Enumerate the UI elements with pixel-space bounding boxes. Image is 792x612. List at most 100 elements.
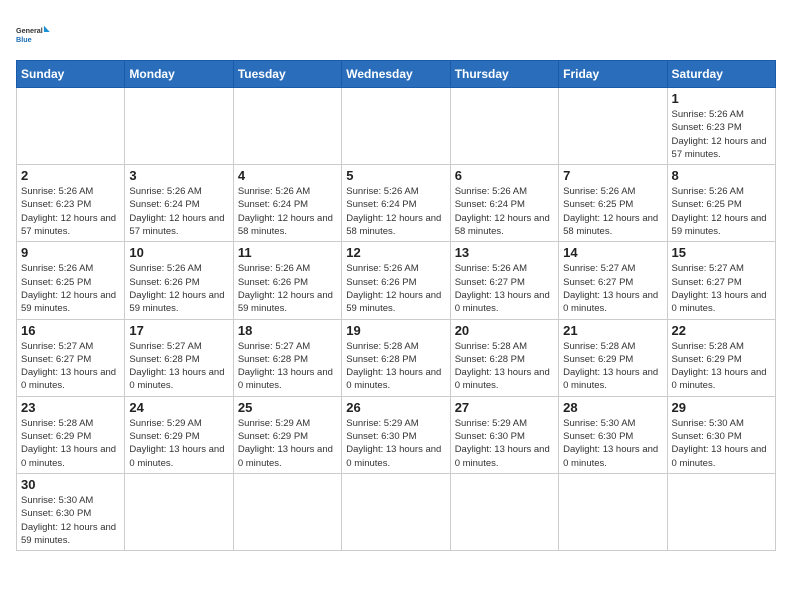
day-info: Sunrise: 5:26 AM Sunset: 6:25 PM Dayligh… xyxy=(672,185,771,238)
weekday-header-saturday: Saturday xyxy=(667,61,775,88)
calendar-cell xyxy=(17,88,125,165)
weekday-header-wednesday: Wednesday xyxy=(342,61,450,88)
day-info: Sunrise: 5:29 AM Sunset: 6:30 PM Dayligh… xyxy=(346,417,445,470)
calendar-cell: 17 Sunrise: 5:27 AM Sunset: 6:28 PM Dayli… xyxy=(125,319,233,396)
logo-icon: GeneralBlue xyxy=(16,16,52,52)
day-info: Sunrise: 5:26 AM Sunset: 6:24 PM Dayligh… xyxy=(346,185,445,238)
day-number: 21 xyxy=(563,323,662,338)
day-number: 12 xyxy=(346,245,445,260)
calendar-cell: 24 Sunrise: 5:29 AM Sunset: 6:29 PM Dayli… xyxy=(125,396,233,473)
day-number: 7 xyxy=(563,168,662,183)
calendar-cell xyxy=(667,473,775,550)
calendar-cell xyxy=(233,88,341,165)
calendar-cell: 6 Sunrise: 5:26 AM Sunset: 6:24 PM Daylig… xyxy=(450,165,558,242)
calendar-cell: 10 Sunrise: 5:26 AM Sunset: 6:26 PM Dayli… xyxy=(125,242,233,319)
weekday-header-friday: Friday xyxy=(559,61,667,88)
calendar-cell: 4 Sunrise: 5:26 AM Sunset: 6:24 PM Daylig… xyxy=(233,165,341,242)
calendar-cell: 26 Sunrise: 5:29 AM Sunset: 6:30 PM Dayli… xyxy=(342,396,450,473)
weekday-header-row: SundayMondayTuesdayWednesdayThursdayFrid… xyxy=(17,61,776,88)
svg-text:General: General xyxy=(16,26,43,35)
day-info: Sunrise: 5:27 AM Sunset: 6:27 PM Dayligh… xyxy=(21,340,120,393)
day-number: 13 xyxy=(455,245,554,260)
calendar-cell: 9 Sunrise: 5:26 AM Sunset: 6:25 PM Daylig… xyxy=(17,242,125,319)
calendar-cell xyxy=(342,88,450,165)
week-row-5: 30Sunrise: 5:30 AM Sunset: 6:30 PM Dayli… xyxy=(17,473,776,550)
day-info: Sunrise: 5:29 AM Sunset: 6:29 PM Dayligh… xyxy=(238,417,337,470)
day-number: 9 xyxy=(21,245,120,260)
day-number: 18 xyxy=(238,323,337,338)
calendar-cell: 7 Sunrise: 5:26 AM Sunset: 6:25 PM Daylig… xyxy=(559,165,667,242)
calendar-cell xyxy=(559,88,667,165)
day-number: 10 xyxy=(129,245,228,260)
day-info: Sunrise: 5:27 AM Sunset: 6:27 PM Dayligh… xyxy=(563,262,662,315)
day-info: Sunrise: 5:26 AM Sunset: 6:26 PM Dayligh… xyxy=(129,262,228,315)
day-number: 17 xyxy=(129,323,228,338)
calendar-cell xyxy=(125,473,233,550)
calendar-cell: 29Sunrise: 5:30 AM Sunset: 6:30 PM Dayli… xyxy=(667,396,775,473)
week-row-1: 2 Sunrise: 5:26 AM Sunset: 6:23 PM Daylig… xyxy=(17,165,776,242)
day-info: Sunrise: 5:30 AM Sunset: 6:30 PM Dayligh… xyxy=(21,494,120,547)
svg-text:Blue: Blue xyxy=(16,35,32,44)
calendar-cell: 11 Sunrise: 5:26 AM Sunset: 6:26 PM Dayli… xyxy=(233,242,341,319)
calendar-cell: 15 Sunrise: 5:27 AM Sunset: 6:27 PM Dayli… xyxy=(667,242,775,319)
day-number: 5 xyxy=(346,168,445,183)
day-info: Sunrise: 5:26 AM Sunset: 6:27 PM Dayligh… xyxy=(455,262,554,315)
day-info: Sunrise: 5:29 AM Sunset: 6:29 PM Dayligh… xyxy=(129,417,228,470)
day-info: Sunrise: 5:27 AM Sunset: 6:28 PM Dayligh… xyxy=(129,340,228,393)
weekday-header-tuesday: Tuesday xyxy=(233,61,341,88)
day-number: 24 xyxy=(129,400,228,415)
week-row-0: 1Sunrise: 5:26 AM Sunset: 6:23 PM Daylig… xyxy=(17,88,776,165)
day-number: 27 xyxy=(455,400,554,415)
day-info: Sunrise: 5:26 AM Sunset: 6:24 PM Dayligh… xyxy=(455,185,554,238)
day-info: Sunrise: 5:26 AM Sunset: 6:26 PM Dayligh… xyxy=(346,262,445,315)
day-number: 4 xyxy=(238,168,337,183)
day-info: Sunrise: 5:28 AM Sunset: 6:28 PM Dayligh… xyxy=(346,340,445,393)
day-number: 16 xyxy=(21,323,120,338)
calendar-cell: 2 Sunrise: 5:26 AM Sunset: 6:23 PM Daylig… xyxy=(17,165,125,242)
day-number: 14 xyxy=(563,245,662,260)
day-info: Sunrise: 5:26 AM Sunset: 6:25 PM Dayligh… xyxy=(21,262,120,315)
day-number: 28 xyxy=(563,400,662,415)
calendar-cell: 25 Sunrise: 5:29 AM Sunset: 6:29 PM Dayli… xyxy=(233,396,341,473)
calendar-cell: 20 Sunrise: 5:28 AM Sunset: 6:28 PM Dayli… xyxy=(450,319,558,396)
day-number: 19 xyxy=(346,323,445,338)
calendar-cell: 13 Sunrise: 5:26 AM Sunset: 6:27 PM Dayli… xyxy=(450,242,558,319)
logo: GeneralBlue xyxy=(16,16,52,52)
day-info: Sunrise: 5:30 AM Sunset: 6:30 PM Dayligh… xyxy=(563,417,662,470)
day-number: 8 xyxy=(672,168,771,183)
week-row-2: 9 Sunrise: 5:26 AM Sunset: 6:25 PM Daylig… xyxy=(17,242,776,319)
day-number: 2 xyxy=(21,168,120,183)
day-info: Sunrise: 5:26 AM Sunset: 6:23 PM Dayligh… xyxy=(21,185,120,238)
day-number: 11 xyxy=(238,245,337,260)
day-info: Sunrise: 5:27 AM Sunset: 6:28 PM Dayligh… xyxy=(238,340,337,393)
day-info: Sunrise: 5:28 AM Sunset: 6:28 PM Dayligh… xyxy=(455,340,554,393)
day-info: Sunrise: 5:26 AM Sunset: 6:25 PM Dayligh… xyxy=(563,185,662,238)
day-info: Sunrise: 5:26 AM Sunset: 6:26 PM Dayligh… xyxy=(238,262,337,315)
calendar-cell: 23Sunrise: 5:28 AM Sunset: 6:29 PM Dayli… xyxy=(17,396,125,473)
day-info: Sunrise: 5:28 AM Sunset: 6:29 PM Dayligh… xyxy=(563,340,662,393)
calendar-cell: 8 Sunrise: 5:26 AM Sunset: 6:25 PM Daylig… xyxy=(667,165,775,242)
day-info: Sunrise: 5:29 AM Sunset: 6:30 PM Dayligh… xyxy=(455,417,554,470)
calendar-cell xyxy=(342,473,450,550)
day-number: 20 xyxy=(455,323,554,338)
day-info: Sunrise: 5:30 AM Sunset: 6:30 PM Dayligh… xyxy=(672,417,771,470)
day-info: Sunrise: 5:28 AM Sunset: 6:29 PM Dayligh… xyxy=(672,340,771,393)
day-number: 6 xyxy=(455,168,554,183)
day-info: Sunrise: 5:26 AM Sunset: 6:24 PM Dayligh… xyxy=(238,185,337,238)
calendar-cell: 12 Sunrise: 5:26 AM Sunset: 6:26 PM Dayli… xyxy=(342,242,450,319)
calendar-cell: 27 Sunrise: 5:29 AM Sunset: 6:30 PM Dayli… xyxy=(450,396,558,473)
day-info: Sunrise: 5:27 AM Sunset: 6:27 PM Dayligh… xyxy=(672,262,771,315)
calendar-cell: 19 Sunrise: 5:28 AM Sunset: 6:28 PM Dayli… xyxy=(342,319,450,396)
day-number: 26 xyxy=(346,400,445,415)
weekday-header-monday: Monday xyxy=(125,61,233,88)
day-number: 15 xyxy=(672,245,771,260)
weekday-header-sunday: Sunday xyxy=(17,61,125,88)
day-number: 23 xyxy=(21,400,120,415)
calendar-cell: 3Sunrise: 5:26 AM Sunset: 6:24 PM Daylig… xyxy=(125,165,233,242)
day-number: 3 xyxy=(129,168,228,183)
calendar-cell: 21 Sunrise: 5:28 AM Sunset: 6:29 PM Dayli… xyxy=(559,319,667,396)
calendar-table: SundayMondayTuesdayWednesdayThursdayFrid… xyxy=(16,60,776,551)
day-number: 25 xyxy=(238,400,337,415)
calendar-cell: 30Sunrise: 5:30 AM Sunset: 6:30 PM Dayli… xyxy=(17,473,125,550)
calendar-cell: 5 Sunrise: 5:26 AM Sunset: 6:24 PM Daylig… xyxy=(342,165,450,242)
